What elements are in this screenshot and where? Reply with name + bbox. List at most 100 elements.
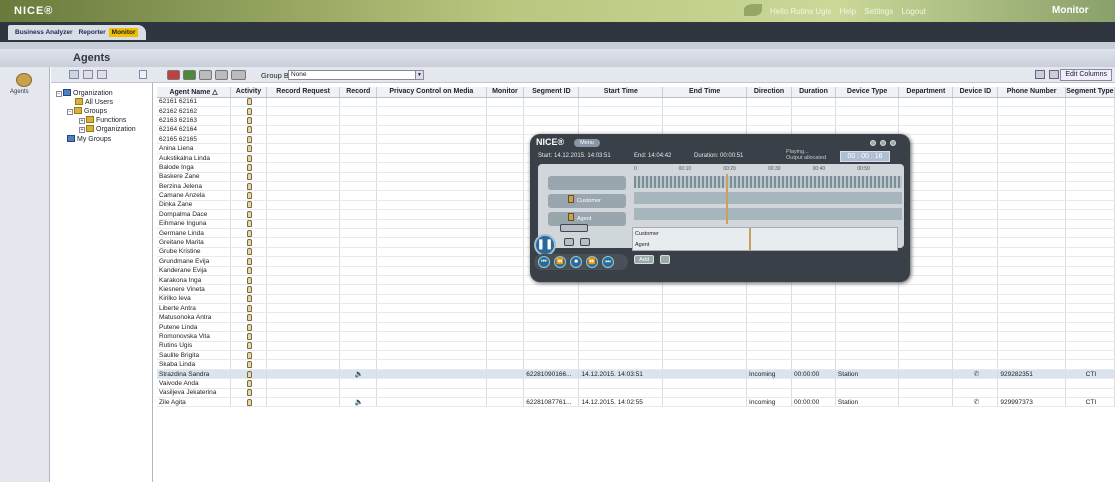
agents-icon[interactable] (16, 73, 32, 87)
stop-icon[interactable]: ■ (570, 256, 582, 268)
export-icon[interactable] (1035, 70, 1045, 79)
col-header[interactable]: Device ID (952, 87, 999, 98)
edit-columns-button[interactable]: Edit Columns (1060, 69, 1112, 81)
col-header[interactable]: End Time (662, 87, 748, 98)
group-by-select[interactable]: None ▼ (288, 70, 424, 80)
col-header[interactable]: Record (339, 87, 378, 98)
phone-number-cell (997, 256, 1066, 267)
volume-slider[interactable] (560, 224, 588, 232)
collapse-icon[interactable]: − (67, 109, 73, 115)
tree-list-icon[interactable] (83, 70, 93, 79)
table-row[interactable]: Rutins Ugis (157, 341, 1115, 352)
table-row[interactable]: Kirilko Ieva (157, 294, 1115, 305)
table-row[interactable]: Skaba Linda (157, 359, 1115, 370)
table-row[interactable]: Vaivode Anda (157, 378, 1115, 389)
tab-business-analyzer[interactable]: Business Analyzer (12, 28, 76, 37)
end-time-cell (662, 322, 748, 333)
col-header[interactable]: Segment ID (523, 87, 580, 98)
speaker-icon[interactable]: 🔈 (355, 399, 364, 406)
tree-organization[interactable]: + Organization (79, 125, 136, 133)
col-header[interactable]: Device Type (835, 87, 900, 98)
table-row[interactable]: Zile Agita 🔈 62281087761... 14.12.2015. 14:… (157, 397, 1115, 408)
table-row[interactable]: Saulite Brigita (157, 350, 1115, 361)
duration-cell (791, 359, 836, 370)
table-row[interactable]: 62161 62161 (157, 97, 1115, 107)
playhead-cursor[interactable] (726, 174, 728, 224)
tree-groups[interactable]: − Groups (67, 107, 107, 115)
table-row[interactable]: Putene Linda (157, 322, 1115, 333)
col-header[interactable]: Direction (746, 87, 792, 98)
settings-link[interactable]: Settings (864, 7, 893, 16)
tree-root[interactable]: − Organization (56, 89, 113, 97)
sub-row-agent: Agent (635, 242, 650, 248)
restore-icon[interactable] (880, 140, 886, 146)
add-note-icon[interactable] (660, 255, 670, 264)
close-icon[interactable] (890, 140, 896, 146)
rewind-icon[interactable]: ⏪ (554, 256, 566, 268)
add-button[interactable]: Add (634, 255, 654, 264)
tree-functions[interactable]: + Functions (79, 116, 126, 124)
col-header[interactable]: Duration (791, 87, 836, 98)
department-cell (898, 388, 954, 399)
logout-link[interactable]: Logout (901, 7, 925, 16)
agent-name-cell: Greitane Marita (157, 237, 232, 248)
collapse-icon[interactable]: − (56, 91, 62, 97)
lane-all[interactable] (548, 176, 626, 190)
col-header[interactable]: Department (898, 87, 954, 98)
player-menu-button[interactable]: Menu (574, 139, 600, 147)
player-print-icon[interactable] (580, 238, 590, 246)
tree-details-icon[interactable] (97, 70, 107, 79)
direction-cell: Incoming (746, 397, 792, 408)
tree-view-icon[interactable] (69, 70, 79, 79)
start-time-cell (578, 106, 664, 117)
tree-my-groups[interactable]: My Groups (67, 135, 111, 143)
skip-back-icon[interactable]: ⏮ (538, 256, 550, 268)
lane-customer[interactable]: Customer (548, 194, 626, 208)
expand-icon[interactable]: + (79, 118, 85, 124)
agents-rail-label[interactable]: Agents (10, 89, 29, 95)
play-button[interactable] (183, 70, 196, 80)
player-save-icon[interactable] (564, 238, 574, 246)
col-header[interactable]: Agent Name △ (157, 87, 232, 98)
agent-activity-icon (246, 163, 252, 171)
table-row[interactable]: Vasiljeva Jekaterina (157, 388, 1115, 399)
table-row[interactable]: 62163 62163 (157, 115, 1115, 126)
table-row[interactable]: Liberte Antra (157, 303, 1115, 314)
activity-cell (230, 388, 267, 399)
department-cell (898, 322, 954, 333)
tree-all-users[interactable]: All Users (75, 98, 113, 106)
chevron-down-icon[interactable]: ▼ (415, 71, 423, 79)
col-header[interactable]: Segment Type (1065, 87, 1115, 98)
monitor-button[interactable] (231, 70, 246, 80)
play-pause-button[interactable]: ❚❚ (534, 234, 556, 256)
col-header[interactable]: Record Request (266, 87, 341, 98)
help-link[interactable]: Help (840, 7, 856, 16)
col-header[interactable]: Privacy Control on Media (376, 87, 487, 98)
table-row[interactable]: 62162 62162 (157, 106, 1115, 117)
skip-forward-icon[interactable]: ⏭ (602, 256, 614, 268)
table-row[interactable]: Kiesnere Vineta (157, 284, 1115, 295)
table-row[interactable]: Strazdina Sandra 🔈 62281090166... 14.12.201… (157, 369, 1115, 380)
col-header[interactable]: Phone Number (997, 87, 1066, 98)
pause-button[interactable] (215, 70, 228, 80)
tab-monitor[interactable]: Monitor (108, 28, 139, 37)
agent-name-cell: 62161 62161 (157, 97, 232, 107)
minimize-icon[interactable] (870, 140, 876, 146)
col-header[interactable]: Monitor (486, 87, 525, 98)
tree-collapse-icon[interactable] (139, 70, 147, 79)
record-button[interactable] (167, 70, 180, 80)
speaker-sub-grid: Customer Agent (632, 227, 898, 251)
col-header[interactable]: Start Time (578, 87, 664, 98)
expand-icon[interactable]: + (79, 127, 85, 133)
refresh-icon[interactable] (1049, 70, 1059, 79)
col-header[interactable]: Activity (230, 87, 267, 98)
stop-button[interactable] (199, 70, 212, 80)
table-row[interactable]: Matusonoka Antra (157, 312, 1115, 323)
activity-cell (230, 97, 267, 107)
table-row[interactable]: Romonovska Vita (157, 331, 1115, 342)
monitor-cell (486, 266, 525, 276)
fast-forward-icon[interactable]: ⏩ (586, 256, 598, 268)
tab-reporter[interactable]: Reporter (76, 28, 109, 37)
record-cell (339, 378, 378, 389)
speaker-icon[interactable]: 🔈 (355, 371, 364, 378)
